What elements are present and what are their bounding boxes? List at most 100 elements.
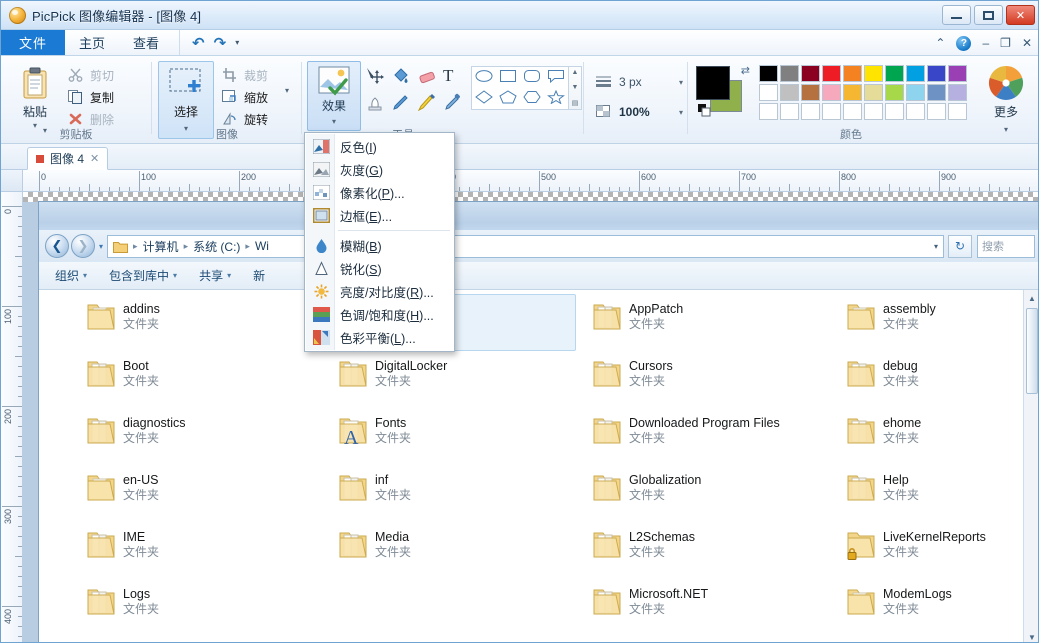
window-close-icon[interactable]: ✕ bbox=[1022, 36, 1032, 50]
color-swatch-0-7[interactable] bbox=[906, 65, 925, 82]
maximize-button[interactable] bbox=[974, 5, 1003, 25]
quick-access-more-icon[interactable]: ▾ bbox=[235, 38, 239, 47]
folder-item[interactable]: ehome 文件夹 bbox=[839, 408, 1038, 465]
pentagon-shape[interactable] bbox=[499, 90, 517, 107]
opacity-control[interactable]: 100% ▾ bbox=[595, 101, 683, 123]
color-swatch-0-6[interactable] bbox=[885, 65, 904, 82]
folder-item[interactable]: Media 文件夹 bbox=[331, 522, 576, 579]
refresh-icon[interactable]: ↻ bbox=[948, 234, 972, 258]
folder-item[interactable]: addins 文件夹 bbox=[79, 294, 324, 351]
color-swatch-0-2[interactable] bbox=[801, 65, 820, 82]
organize-button[interactable]: 组织 ▾ bbox=[55, 267, 87, 284]
redo-icon[interactable]: ↷ bbox=[214, 34, 227, 52]
swap-colors-icon[interactable]: ⇄ bbox=[741, 64, 750, 77]
explorer-search-input[interactable]: 搜索 bbox=[977, 234, 1035, 258]
resize-button[interactable]: 缩放 bbox=[221, 86, 268, 108]
recent-pages-caret-icon[interactable]: ▾ bbox=[99, 242, 103, 251]
move-icon[interactable] bbox=[365, 66, 391, 92]
folder-item[interactable]: LiveKernelReports 文件夹 bbox=[839, 522, 1038, 579]
color-swatch-1-6[interactable] bbox=[885, 84, 904, 101]
folder-item[interactable]: L2Schemas 文件夹 bbox=[585, 522, 830, 579]
folder-item[interactable]: IME 文件夹 bbox=[79, 522, 324, 579]
undo-icon[interactable]: ↶ bbox=[192, 34, 205, 52]
folder-item[interactable]: AppPatch 文件夹 bbox=[585, 294, 830, 351]
menu-file-tab[interactable]: 文件 bbox=[1, 30, 65, 55]
more-colors-button[interactable]: 更多 ▾ bbox=[983, 64, 1029, 134]
color-swatch-2-7[interactable] bbox=[906, 103, 925, 120]
menu-item-color-balance[interactable]: 色彩平衡(L)... bbox=[305, 326, 454, 349]
effects-button[interactable]: 效果 ▾ bbox=[307, 61, 361, 131]
foreground-color-swatch[interactable] bbox=[696, 66, 730, 100]
folder-item[interactable]: assembly 文件夹 bbox=[839, 294, 1038, 351]
minimize-button[interactable] bbox=[942, 5, 971, 25]
folder-item[interactable]: Globalization 文件夹 bbox=[585, 465, 830, 522]
forward-arrow-icon[interactable]: ❯ bbox=[71, 234, 95, 258]
color-swatch-2-9[interactable] bbox=[948, 103, 967, 120]
line-width-caret-icon[interactable]: ▾ bbox=[679, 78, 683, 87]
effects-caret-icon[interactable]: ▾ bbox=[332, 117, 336, 126]
scroll-thumb[interactable] bbox=[1026, 308, 1038, 394]
color-swatch-0-3[interactable] bbox=[822, 65, 841, 82]
color-swatch-1-5[interactable] bbox=[864, 84, 883, 101]
crop-button[interactable]: 裁剪 bbox=[221, 64, 268, 86]
include-in-library-button[interactable]: 包含到库中 ▾ bbox=[109, 267, 177, 284]
shape-scroll-down-icon[interactable]: ▼ bbox=[572, 84, 579, 91]
close-icon[interactable]: ✕ bbox=[90, 152, 99, 165]
eraser-icon[interactable] bbox=[417, 66, 443, 92]
menu-item-brightness-sun[interactable]: 亮度/对比度(R)... bbox=[305, 280, 454, 303]
breadcrumb-computer[interactable]: 计算机 bbox=[143, 238, 179, 255]
color-swatch-2-3[interactable] bbox=[822, 103, 841, 120]
color-swatch-0-9[interactable] bbox=[948, 65, 967, 82]
color-preview[interactable]: ⇄ bbox=[696, 64, 750, 120]
folder-item[interactable]: Downloaded Program Files 文件夹 bbox=[585, 408, 830, 465]
folder-item[interactable]: Microsoft.NET 文件夹 bbox=[585, 579, 830, 636]
menu-item-grayscale[interactable]: 灰度(G) bbox=[305, 158, 454, 181]
folder-item[interactable]: ModemLogs 文件夹 bbox=[839, 579, 1038, 636]
help-icon[interactable]: ? bbox=[956, 35, 972, 51]
color-swatch-2-4[interactable] bbox=[843, 103, 862, 120]
window-restore-icon[interactable]: ❐ bbox=[1000, 36, 1011, 50]
pen-icon[interactable] bbox=[391, 92, 417, 118]
ribbon-minimize-icon[interactable]: ⌃ bbox=[935, 36, 945, 50]
color-swatch-2-5[interactable] bbox=[864, 103, 883, 120]
cut-button[interactable]: 剪切 bbox=[67, 64, 114, 86]
stamp-icon[interactable] bbox=[365, 92, 391, 118]
ellipse-shape[interactable] bbox=[475, 69, 493, 86]
color-swatch-1-0[interactable] bbox=[759, 84, 778, 101]
color-swatch-2-6[interactable] bbox=[885, 103, 904, 120]
fill-icon[interactable] bbox=[391, 66, 417, 92]
copy-button[interactable]: 复制 bbox=[67, 86, 114, 108]
color-swatch-1-8[interactable] bbox=[927, 84, 946, 101]
folder-item[interactable]: DigitalLocker 文件夹 bbox=[331, 351, 576, 408]
default-colors-icon[interactable] bbox=[698, 104, 711, 120]
canvas-area[interactable]: ❮ ❯ ▾ ▸ 计算机 ▸ 系统 (C:) ▸ Wi ▾ ↻ 搜索 组织 ▾ 包… bbox=[23, 192, 1038, 642]
highlighter-icon[interactable] bbox=[417, 92, 443, 118]
paste-button[interactable]: 粘贴 ▾ bbox=[9, 62, 61, 130]
document-tab[interactable]: 图像 4 ✕ bbox=[27, 147, 109, 170]
color-palette[interactable] bbox=[759, 65, 967, 120]
menu-item-sharpen-triangle[interactable]: 锐化(S) bbox=[305, 257, 454, 280]
color-swatch-0-4[interactable] bbox=[843, 65, 862, 82]
breadcrumb-windows[interactable]: Wi bbox=[255, 239, 269, 253]
hexagon-shape[interactable] bbox=[523, 90, 541, 107]
menu-item-pixelate[interactable]: 像素化(P)... bbox=[305, 181, 454, 204]
folder-item[interactable]: Logs 文件夹 bbox=[79, 579, 324, 636]
text-icon[interactable]: T bbox=[443, 66, 469, 92]
menu-item-border-frame[interactable]: 边框(E)... bbox=[305, 204, 454, 227]
color-swatch-2-8[interactable] bbox=[927, 103, 946, 120]
color-swatch-2-1[interactable] bbox=[780, 103, 799, 120]
speech-bubble-shape[interactable] bbox=[547, 69, 565, 86]
explorer-file-pane[interactable]: addins 文件夹 Boot 文件夹 diagnostics 文件夹 en-US 文件夹 IM… bbox=[39, 290, 1038, 642]
rectangle-shape[interactable] bbox=[499, 69, 517, 86]
opacity-caret-icon[interactable]: ▾ bbox=[679, 108, 683, 117]
shape-scroll-up-icon[interactable]: ▲ bbox=[572, 69, 579, 76]
color-swatch-1-2[interactable] bbox=[801, 84, 820, 101]
color-swatch-0-8[interactable] bbox=[927, 65, 946, 82]
scroll-down-icon[interactable]: ▼ bbox=[1024, 629, 1038, 642]
color-swatch-2-0[interactable] bbox=[759, 103, 778, 120]
color-swatch-0-1[interactable] bbox=[780, 65, 799, 82]
color-swatch-2-2[interactable] bbox=[801, 103, 820, 120]
folder-item[interactable]: Help 文件夹 bbox=[839, 465, 1038, 522]
menu-tab-home[interactable]: 主页 bbox=[65, 30, 119, 55]
effects-dropdown-menu[interactable]: 反色(I) 灰度(G) 像素化(P)... 边框(E)... 模糊(B) 锐化(S) 亮度/… bbox=[304, 132, 455, 352]
